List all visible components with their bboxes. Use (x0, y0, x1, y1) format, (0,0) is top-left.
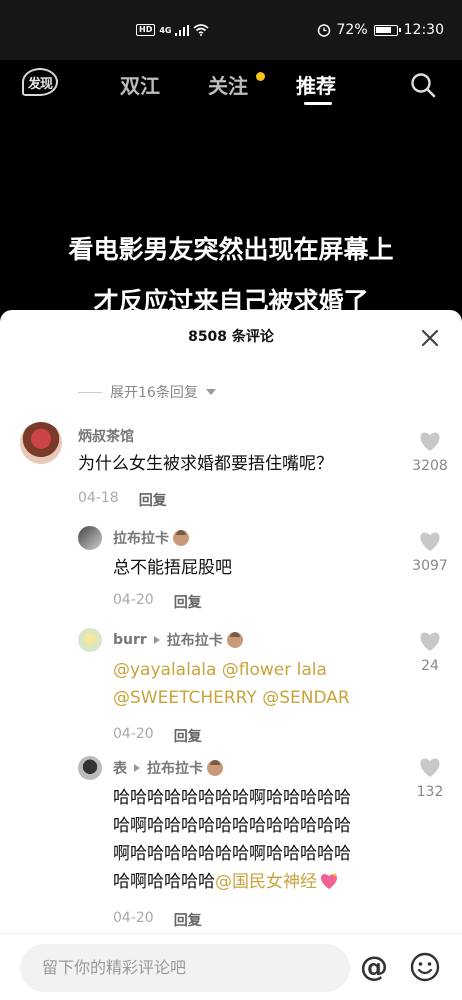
like-button[interactable]: 132 (412, 756, 448, 800)
expand-replies-label: 展开16条回复 (110, 385, 198, 401)
reply-text-plain: 哈啊哈哈哈哈 (113, 872, 215, 892)
reply-button[interactable]: 回复 (174, 592, 202, 612)
username-text: 表 (113, 761, 127, 777)
mention-line[interactable]: @yayalalala @flower lala (113, 656, 350, 684)
comment-date: 04-18 (78, 490, 119, 506)
comment-username[interactable]: 炳叔茶馆 (78, 426, 134, 446)
heart-sparkle-emoji-icon (321, 873, 337, 889)
heart-icon (420, 532, 440, 551)
reply-text-line: 啊哈哈哈哈哈哈哈啊哈哈哈哈哈 (113, 844, 351, 864)
reply-date: 04-20 (113, 726, 154, 742)
reply-button[interactable]: 回复 (139, 490, 167, 510)
username-text: 拉布拉卡 (113, 531, 169, 547)
username-text: burr (113, 632, 147, 648)
reply-username[interactable]: burr 拉布拉卡 (113, 630, 243, 650)
reply-arrow-icon (134, 764, 140, 772)
close-icon[interactable] (420, 328, 440, 348)
tab-shuangjiang[interactable]: 双江 (120, 70, 160, 99)
mention-button[interactable]: @ (360, 952, 388, 982)
battery-percent: 72% (336, 22, 368, 38)
reply-button[interactable]: 回复 (174, 726, 202, 746)
user-emoji-icon (226, 632, 243, 648)
network-indicators: HD 4G (136, 24, 210, 36)
heart-icon (420, 432, 440, 451)
comment-input[interactable]: 留下你的精彩评论吧 (20, 944, 350, 992)
reply-date: 04-20 (113, 592, 154, 608)
username-text: 炳叔茶馆 (78, 429, 134, 445)
emoji-icon[interactable] (410, 952, 440, 982)
reply-text-line: 哈哈哈哈哈哈哈哈啊哈哈哈哈哈 (113, 788, 351, 808)
reply-text-line: 哈啊哈哈哈哈@国民女神经 (113, 868, 351, 896)
mention-line[interactable]: @SWEETCHERRY @SENDAR (113, 684, 350, 712)
like-count: 3208 (412, 458, 448, 474)
reply-text-line: 哈啊哈哈哈哈哈哈哈哈哈哈哈哈 (113, 816, 351, 836)
clock-time: 12:30 (403, 22, 444, 38)
reply-arrow-icon (153, 636, 160, 644)
status-right: 72% 12:30 (317, 22, 444, 38)
active-tab-underline (304, 102, 332, 105)
heart-icon (420, 632, 440, 651)
reply-to-username: 拉布拉卡 (166, 633, 223, 649)
comments-header: 8508 条评论 (0, 310, 462, 362)
like-button[interactable]: 3208 (412, 430, 448, 474)
tab-follow[interactable]: 关注 (208, 70, 248, 99)
avatar[interactable] (20, 422, 62, 464)
avatar[interactable] (78, 756, 102, 780)
chevron-down-icon (205, 389, 216, 395)
like-count: 3097 (412, 558, 448, 574)
reply-date: 04-20 (113, 910, 154, 926)
like-count: 24 (421, 658, 439, 674)
top-nav: 发现 双江 关注 推荐 (0, 60, 462, 110)
reply-meta: 04-20 回复 (113, 726, 202, 746)
discover-button[interactable]: 发现 (22, 68, 58, 96)
mention-link[interactable]: @国民女神经 (215, 872, 317, 892)
like-button[interactable]: 24 (412, 630, 448, 674)
battery-icon (373, 24, 401, 36)
reply-text: 总不能捂屁股吧 (113, 558, 232, 578)
like-count: 132 (416, 784, 444, 800)
comment-meta: 04-18 回复 (78, 490, 167, 510)
reply-meta: 04-20 回复 (113, 592, 202, 612)
signal-icon (175, 24, 190, 36)
follow-new-dot (256, 72, 265, 81)
status-bar: HD 4G 72% 12:30 (0, 0, 462, 60)
caption-line-1: 看电影男友突然出现在屏幕上 (68, 235, 394, 264)
search-icon[interactable] (410, 72, 436, 98)
user-emoji-icon (207, 760, 223, 776)
comments-sheet: 8508 条评论 展开16条回复 炳叔茶馆 为什么女生被求婚都要捂住嘴呢？ 04… (0, 310, 462, 1000)
hd-badge: HD (136, 24, 156, 36)
reply-button[interactable]: 回复 (174, 910, 202, 930)
reply-to-username: 拉布拉卡 (147, 761, 203, 777)
network-type: 4G (159, 25, 172, 35)
comment-text: 为什么女生被求婚都要捂住嘴呢？ (78, 454, 333, 474)
comments-count-title: 8508 条评论 (188, 329, 274, 345)
reply-username[interactable]: 拉布拉卡 (113, 528, 189, 548)
reply-text: 哈哈哈哈哈哈哈哈啊哈哈哈哈哈 哈啊哈哈哈哈哈哈哈哈哈哈哈哈 啊哈哈哈哈哈哈哈啊哈… (113, 784, 351, 896)
reply-username[interactable]: 表 拉布拉卡 (113, 758, 223, 778)
user-emoji-icon (173, 530, 189, 546)
comment-input-bar: 留下你的精彩评论吧 @ (0, 933, 462, 1000)
expand-divider (78, 391, 102, 393)
expand-replies-button[interactable]: 展开16条回复 (78, 382, 216, 402)
avatar[interactable] (78, 526, 102, 550)
avatar[interactable] (78, 628, 102, 652)
like-button[interactable]: 3097 (412, 530, 448, 574)
reply-text: @yayalalala @flower lala @SWEETCHERRY @S… (113, 656, 350, 712)
heart-icon (420, 758, 440, 777)
tab-recommend[interactable]: 推荐 (296, 70, 336, 99)
wifi-icon (193, 24, 210, 36)
alarm-icon (317, 24, 330, 37)
reply-meta: 04-20 回复 (113, 910, 202, 930)
